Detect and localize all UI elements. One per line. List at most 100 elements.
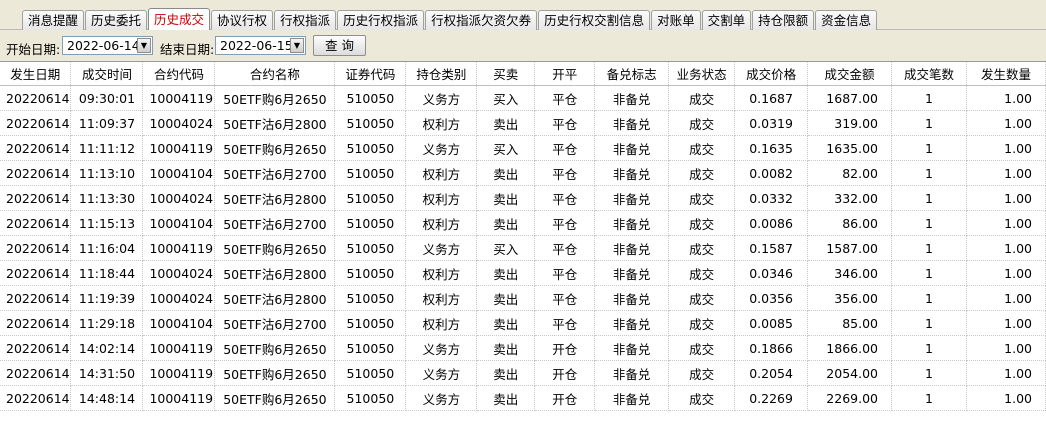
column-header-trade-time[interactable]: 成交时间 xyxy=(70,62,144,86)
cell-occur-date: 20220614 xyxy=(0,285,72,311)
chevron-down-icon[interactable]: ▼ xyxy=(290,38,304,53)
cell-trade-amount: 86.00 xyxy=(807,210,892,236)
cell-trade-time: 11:09:37 xyxy=(70,110,144,136)
cell-security-code: 510050 xyxy=(334,285,407,311)
cell-trade-count: 1 xyxy=(891,135,967,161)
tab-2[interactable]: 历史成交 xyxy=(148,8,211,30)
table-row[interactable]: 20220614 11:09:37 10004024 50ETF沽6月2800 5100… xyxy=(0,110,1046,136)
cell-occur-quantity: 1.00 xyxy=(966,235,1046,261)
cell-trade-time: 11:15:13 xyxy=(70,210,144,236)
cell-occur-quantity: 1.00 xyxy=(966,110,1046,136)
cell-side: 卖出 xyxy=(476,285,536,311)
cell-trade-amount: 356.00 xyxy=(807,285,892,311)
cell-open-close: 平仓 xyxy=(534,85,596,111)
table-header-row: 发生日期 成交时间 合约代码 合约名称 证券代码 持仓类别 买卖 开平 备兑标志 业务状态 成交价格… xyxy=(0,62,1046,86)
column-header-side[interactable]: 买卖 xyxy=(476,62,536,86)
table-row[interactable]: 20220614 14:31:50 10004119 50ETF购6月2650 5100… xyxy=(0,360,1046,386)
cell-trade-time: 11:16:04 xyxy=(70,235,144,261)
start-date-label: 开始日期: xyxy=(6,42,61,57)
table-row[interactable]: 20220614 11:13:10 10004104 50ETF沽6月2700 5100… xyxy=(0,160,1046,186)
table-row[interactable]: 20220614 11:29:18 10004104 50ETF沽6月2700 5100… xyxy=(0,310,1046,336)
table-row[interactable]: 20220614 11:11:12 10004119 50ETF购6月2650 5100… xyxy=(0,135,1046,161)
cell-covered-flag: 非备兑 xyxy=(594,85,670,111)
tab-1[interactable]: 历史委托 xyxy=(85,10,148,30)
tab-0[interactable]: 消息提醒 xyxy=(22,10,85,30)
table-row[interactable]: 20220614 14:48:14 10004119 50ETF购6月2650 5100… xyxy=(0,385,1046,411)
cell-trade-price: 0.0332 xyxy=(734,185,809,211)
cell-covered-flag: 非备兑 xyxy=(594,310,670,336)
cell-trade-price: 0.0319 xyxy=(734,110,809,136)
cell-biz-status: 成交 xyxy=(668,335,736,361)
column-header-security-code[interactable]: 证券代码 xyxy=(334,62,407,86)
cell-contract-code: 10004104 xyxy=(142,160,216,186)
column-header-occur-date[interactable]: 发生日期 xyxy=(0,62,72,86)
cell-contract-name: 50ETF购6月2650 xyxy=(214,85,336,111)
cell-trade-amount: 1635.00 xyxy=(807,135,892,161)
column-header-contract-code[interactable]: 合约代码 xyxy=(142,62,216,86)
cell-occur-quantity: 1.00 xyxy=(966,360,1046,386)
cell-contract-code: 10004024 xyxy=(142,285,216,311)
table-row[interactable]: 20220614 11:13:30 10004024 50ETF沽6月2800 5100… xyxy=(0,185,1046,211)
cell-trade-time: 09:30:01 xyxy=(70,85,144,111)
cell-open-close: 平仓 xyxy=(534,235,596,261)
chevron-down-icon[interactable]: ▼ xyxy=(137,38,151,53)
cell-contract-code: 10004119 xyxy=(142,235,216,261)
start-date-picker[interactable]: 2022-06-14 ▼ xyxy=(62,36,153,55)
tab-9[interactable]: 交割单 xyxy=(701,10,752,30)
tab-10[interactable]: 持仓限额 xyxy=(752,10,815,30)
cell-contract-name: 50ETF购6月2650 xyxy=(214,385,336,411)
cell-trade-price: 0.0082 xyxy=(734,160,809,186)
table-body: 20220614 09:30:01 10004119 50ETF购6月2650 5100… xyxy=(0,85,1046,411)
cell-biz-status: 成交 xyxy=(668,185,736,211)
cell-contract-code: 10004119 xyxy=(142,385,216,411)
tab-5[interactable]: 历史行权指派 xyxy=(337,10,425,30)
cell-trade-count: 1 xyxy=(891,210,967,236)
table-row[interactable]: 20220614 09:30:01 10004119 50ETF购6月2650 5100… xyxy=(0,85,1046,111)
column-header-biz-status[interactable]: 业务状态 xyxy=(668,62,736,86)
cell-occur-date: 20220614 xyxy=(0,260,72,286)
cell-position-type: 权利方 xyxy=(405,110,478,136)
cell-position-type: 义务方 xyxy=(405,235,478,261)
column-header-trade-count[interactable]: 成交笔数 xyxy=(891,62,967,86)
cell-position-type: 权利方 xyxy=(405,310,478,336)
tab-4[interactable]: 行权指派 xyxy=(274,10,337,30)
tab-11[interactable]: 资金信息 xyxy=(815,10,878,30)
cell-covered-flag: 非备兑 xyxy=(594,135,670,161)
tab-6[interactable]: 行权指派欠资欠券 xyxy=(425,10,538,30)
column-header-open-close[interactable]: 开平 xyxy=(534,62,596,86)
cell-occur-date: 20220614 xyxy=(0,360,72,386)
cell-trade-price: 0.1635 xyxy=(734,135,809,161)
table-row[interactable]: 20220614 11:15:13 10004104 50ETF沽6月2700 5100… xyxy=(0,210,1046,236)
cell-covered-flag: 非备兑 xyxy=(594,260,670,286)
cell-contract-code: 10004119 xyxy=(142,85,216,111)
tab-8[interactable]: 对账单 xyxy=(651,10,701,30)
cell-security-code: 510050 xyxy=(334,310,407,336)
table-row[interactable]: 20220614 14:02:14 10004119 50ETF购6月2650 5100… xyxy=(0,335,1046,361)
cell-occur-date: 20220614 xyxy=(0,310,72,336)
cell-contract-name: 50ETF购6月2650 xyxy=(214,335,336,361)
cell-biz-status: 成交 xyxy=(668,160,736,186)
cell-trade-price: 0.0085 xyxy=(734,310,809,336)
query-button[interactable]: 查 询 xyxy=(313,35,366,56)
cell-trade-count: 1 xyxy=(891,260,967,286)
table-row[interactable]: 20220614 11:19:39 10004024 50ETF沽6月2800 5100… xyxy=(0,285,1046,311)
column-header-occur-quantity[interactable]: 发生数量 xyxy=(966,62,1046,86)
end-date-picker[interactable]: 2022-06-15 ▼ xyxy=(215,36,306,55)
column-header-contract-name[interactable]: 合约名称 xyxy=(214,62,336,86)
cell-open-close: 平仓 xyxy=(534,110,596,136)
column-header-covered-flag[interactable]: 备兑标志 xyxy=(594,62,670,86)
table-row[interactable]: 20220614 11:18:44 10004024 50ETF沽6月2800 5100… xyxy=(0,260,1046,286)
cell-side: 卖出 xyxy=(476,360,536,386)
tab-3[interactable]: 协议行权 xyxy=(211,10,274,30)
table-row[interactable]: 20220614 11:16:04 10004119 50ETF购6月2650 5100… xyxy=(0,235,1046,261)
cell-side: 买入 xyxy=(476,235,536,261)
cell-contract-name: 50ETF沽6月2800 xyxy=(214,185,336,211)
tab-7[interactable]: 历史行权交割信息 xyxy=(538,10,651,30)
cell-trade-amount: 346.00 xyxy=(807,260,892,286)
cell-contract-name: 50ETF沽6月2700 xyxy=(214,160,336,186)
column-header-position-type[interactable]: 持仓类别 xyxy=(405,62,478,86)
cell-biz-status: 成交 xyxy=(668,235,736,261)
cell-occur-quantity: 1.00 xyxy=(966,85,1046,111)
column-header-trade-price[interactable]: 成交价格 xyxy=(734,62,809,86)
column-header-trade-amount[interactable]: 成交金额 xyxy=(807,62,892,86)
